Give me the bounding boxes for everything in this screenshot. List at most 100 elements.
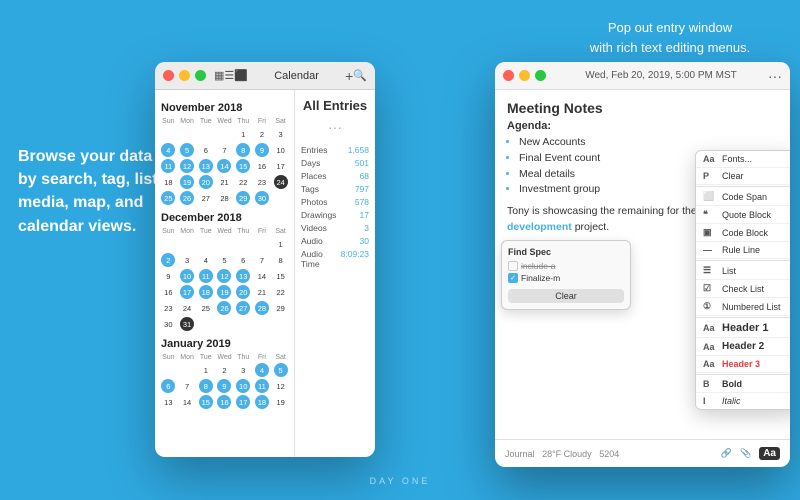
richtext-menu-item[interactable]: ❝Quote Block <box>696 206 790 224</box>
calendar-day[interactable]: 8 <box>274 253 288 267</box>
calendar-day[interactable]: 8 <box>236 143 250 157</box>
calendar-day[interactable]: 1 <box>236 127 250 141</box>
calendar-day[interactable]: 18 <box>255 395 269 409</box>
calendar-day[interactable]: 15 <box>199 395 213 409</box>
calendar-day[interactable]: 18 <box>199 285 213 299</box>
calendar-day[interactable]: 28 <box>217 191 231 205</box>
richtext-menu-item[interactable]: ①Numbered List <box>696 298 790 316</box>
notes-close-button[interactable] <box>503 70 514 81</box>
calendar-day[interactable]: 16 <box>161 285 175 299</box>
calendar-day[interactable]: 9 <box>217 379 231 393</box>
richtext-menu-item[interactable]: IItalic <box>696 393 790 409</box>
richtext-menu-item[interactable]: ▣Code Block <box>696 224 790 242</box>
find-item-1[interactable]: include-a <box>508 261 624 271</box>
calendar-day[interactable]: 6 <box>236 253 250 267</box>
richtext-menu-item[interactable]: —Rule Line <box>696 242 790 259</box>
calendar-day[interactable]: 4 <box>199 253 213 267</box>
calendar-day[interactable]: 26 <box>217 301 231 315</box>
calendar-day[interactable]: 5 <box>217 253 231 267</box>
calendar-day[interactable]: 3 <box>180 253 194 267</box>
calendar-day[interactable]: 25 <box>161 191 175 205</box>
richtext-menu-item[interactable]: ⬜Code Span <box>696 188 790 206</box>
calendar-day[interactable]: 6 <box>161 379 175 393</box>
calendar-day[interactable]: 20 <box>199 175 213 189</box>
calendar-day[interactable]: 19 <box>274 395 288 409</box>
calendar-day[interactable]: 10 <box>274 143 288 157</box>
calendar-day[interactable]: 19 <box>217 285 231 299</box>
close-button[interactable] <box>163 70 174 81</box>
calendar-day[interactable]: 17 <box>274 159 288 173</box>
calendar-day[interactable]: 6 <box>199 143 213 157</box>
calendar-day[interactable]: 17 <box>180 285 194 299</box>
calendar-day[interactable]: 1 <box>274 237 288 251</box>
notes-body[interactable]: Meeting Notes Agenda: New AccountsFinal … <box>495 90 790 439</box>
font-size-button[interactable]: Aa <box>759 447 780 460</box>
calendar-day[interactable]: 7 <box>255 253 269 267</box>
calendar-day[interactable]: 12 <box>217 269 231 283</box>
richtext-menu-item[interactable]: AaHeader 2 <box>696 338 790 356</box>
calendar-day[interactable]: 2 <box>161 253 175 267</box>
richtext-menu-item[interactable]: AaHeader 3 <box>696 356 790 373</box>
calendar-day[interactable]: 10 <box>236 379 250 393</box>
richtext-menu-item[interactable]: AaFonts... <box>696 151 790 168</box>
calendar-day[interactable]: 3 <box>236 363 250 377</box>
calendar-day[interactable]: 19 <box>180 175 194 189</box>
calendar-day[interactable]: 11 <box>161 159 175 173</box>
calendar-day[interactable]: 10 <box>180 269 194 283</box>
calendar-day[interactable]: 2 <box>217 363 231 377</box>
calendar-day[interactable]: 7 <box>217 143 231 157</box>
calendar-day[interactable]: 27 <box>199 191 213 205</box>
calendar-day[interactable]: 9 <box>255 143 269 157</box>
calendar-day[interactable]: 30 <box>161 317 175 331</box>
calendar-day[interactable]: 30 <box>255 191 269 205</box>
calendar-day[interactable]: 29 <box>274 301 288 315</box>
calendar-day[interactable]: 4 <box>161 143 175 157</box>
calendar-day[interactable]: 27 <box>236 301 250 315</box>
calendar-day[interactable]: 5 <box>274 363 288 377</box>
calendar-day[interactable]: 1 <box>199 363 213 377</box>
calendar-day[interactable]: 28 <box>255 301 269 315</box>
calendar-day[interactable]: 13 <box>161 395 175 409</box>
attachment-icon[interactable]: 📎 <box>740 448 751 459</box>
calendar-day[interactable]: 14 <box>255 269 269 283</box>
calendar-add-button[interactable]: + <box>345 68 353 84</box>
calendar-day[interactable]: 18 <box>161 175 175 189</box>
calendar-day[interactable]: 24 <box>180 301 194 315</box>
calendar-day[interactable]: 23 <box>255 175 269 189</box>
calendar-day[interactable]: 17 <box>236 395 250 409</box>
calendar-day[interactable]: 23 <box>161 301 175 315</box>
calendar-day[interactable]: 11 <box>199 269 213 283</box>
richtext-menu-item[interactable]: PClear <box>696 168 790 185</box>
find-item-2[interactable]: ✓ Finalize-m <box>508 273 624 283</box>
notes-minimize-button[interactable] <box>519 70 530 81</box>
calendar-search-icon[interactable]: 🔍 <box>353 69 367 82</box>
calendar-day[interactable]: 24 <box>274 175 288 189</box>
minimize-button[interactable] <box>179 70 190 81</box>
richtext-menu-item[interactable]: ☰List <box>696 262 790 280</box>
calendar-day[interactable]: 15 <box>236 159 250 173</box>
calendar-day[interactable]: 12 <box>274 379 288 393</box>
calendar-day[interactable]: 22 <box>274 285 288 299</box>
calendar-day[interactable]: 29 <box>236 191 250 205</box>
calendar-day[interactable]: 7 <box>180 379 194 393</box>
calendar-day[interactable]: 15 <box>274 269 288 283</box>
calendar-day[interactable]: 13 <box>236 269 250 283</box>
calendar-day[interactable]: 16 <box>255 159 269 173</box>
richtext-menu-item[interactable]: ☑Check List <box>696 280 790 298</box>
calendar-day[interactable]: 12 <box>180 159 194 173</box>
find-checkbox-2[interactable]: ✓ <box>508 273 518 283</box>
paperclip-icon[interactable]: 🔗 <box>721 448 732 459</box>
calendar-day[interactable]: 31 <box>180 317 194 331</box>
calendar-day[interactable]: 5 <box>180 143 194 157</box>
calendar-day[interactable]: 26 <box>180 191 194 205</box>
richtext-menu-item[interactable]: BBold <box>696 376 790 393</box>
calendar-day[interactable]: 11 <box>255 379 269 393</box>
calendar-day[interactable]: 21 <box>255 285 269 299</box>
calendar-day[interactable]: 14 <box>180 395 194 409</box>
notes-fullscreen-button[interactable] <box>535 70 546 81</box>
calendar-day[interactable]: 16 <box>217 395 231 409</box>
calendar-day[interactable]: 14 <box>217 159 231 173</box>
find-checkbox-1[interactable] <box>508 261 518 271</box>
calendar-day[interactable]: 3 <box>274 127 288 141</box>
notes-more-button[interactable]: ··· <box>768 68 782 84</box>
